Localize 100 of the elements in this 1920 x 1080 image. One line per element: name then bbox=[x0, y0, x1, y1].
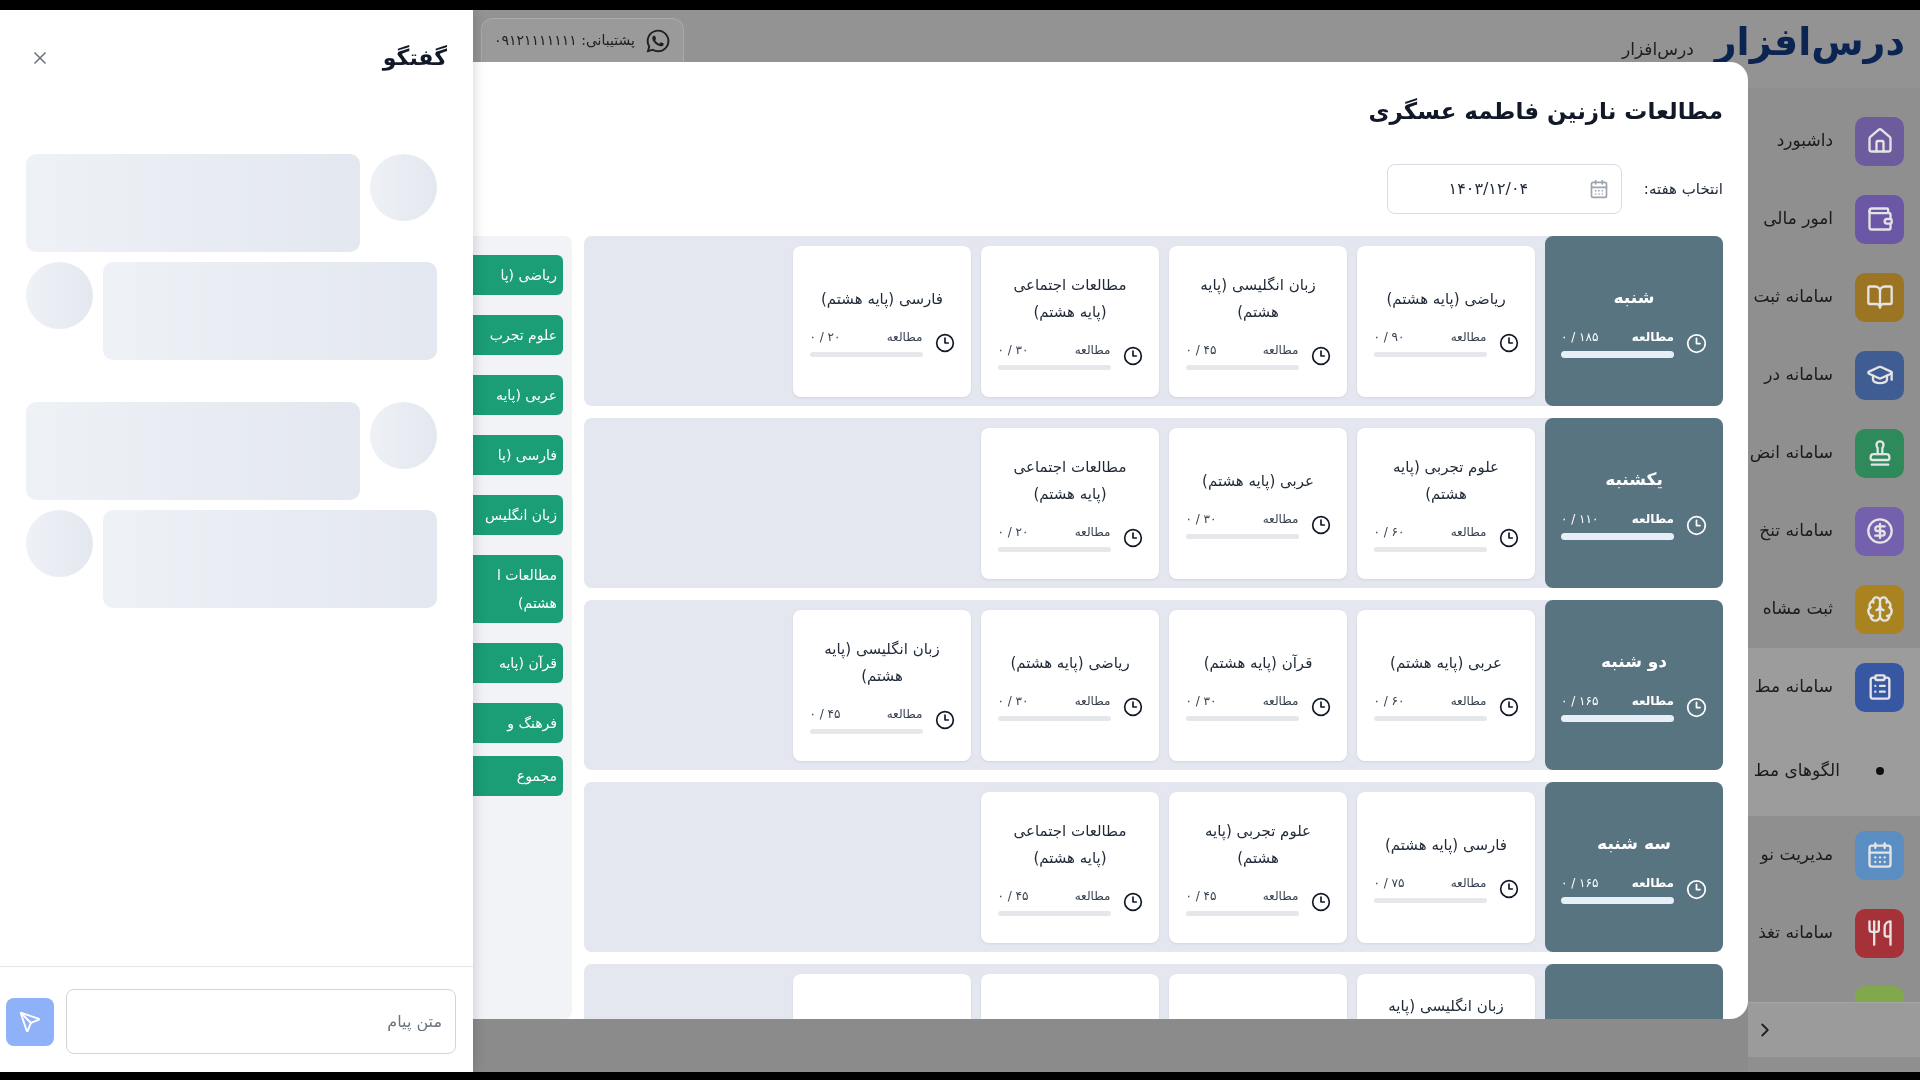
study-value: ۰ / ۳۰ bbox=[997, 692, 1029, 709]
subject-button[interactable]: فارسی (پا bbox=[473, 435, 563, 475]
clock-icon bbox=[1498, 332, 1519, 353]
study-value: ۰ / ۹۰ bbox=[1373, 328, 1405, 345]
clock-icon bbox=[1122, 346, 1143, 366]
clock-icon bbox=[1310, 346, 1331, 366]
clock-icon bbox=[1310, 892, 1331, 912]
study-value: ۰ / ۴۵ bbox=[1185, 888, 1217, 904]
clock-icon bbox=[1686, 515, 1707, 536]
clock-icon bbox=[1498, 696, 1519, 717]
sidebar-item[interactable]: ثبت مشاه bbox=[1748, 570, 1920, 648]
study-value: ۰ / ۴۵ bbox=[997, 888, 1029, 904]
week-date-field[interactable]: ۱۴۰۳/۱۲/۰۴ bbox=[1386, 164, 1622, 214]
sidebar-item[interactable]: سامانه تغذ bbox=[1748, 894, 1920, 972]
study-label: مطالعه bbox=[1631, 511, 1674, 527]
study-value: ۰ / ۲۰ bbox=[997, 524, 1029, 540]
study-label: مطالعه bbox=[1450, 328, 1487, 345]
clock-icon bbox=[1686, 333, 1707, 354]
modal-title: مطالعات نازنین فاطمه عسگری bbox=[1368, 97, 1723, 127]
subject-button[interactable]: مطالعات ا هشتم) bbox=[473, 555, 563, 623]
clock-icon bbox=[934, 332, 955, 353]
subject-button[interactable]: علوم تجرب bbox=[473, 315, 563, 355]
clock-icon bbox=[1686, 879, 1707, 900]
study-label: مطالعه bbox=[1074, 342, 1111, 358]
subject-title: فارسی (پایه هشتم) bbox=[820, 288, 944, 311]
sidebar-item[interactable]: سامانه انض bbox=[1748, 414, 1920, 492]
study-label: مطالعه bbox=[1450, 874, 1487, 891]
calendar-icon bbox=[1588, 179, 1609, 199]
day-name: شنبه bbox=[1613, 286, 1655, 309]
subject-button[interactable]: ریاضی (پا bbox=[473, 255, 563, 295]
study-label: مطالعه bbox=[1262, 510, 1299, 527]
subject-button[interactable]: قرآن (پایه bbox=[473, 643, 563, 683]
subject-title: ریاضی (پایه هشتم) bbox=[1386, 288, 1506, 311]
subject-title: زبان انگلیسی (پایه هشتم) bbox=[823, 639, 941, 687]
study-value: ۰ / ۶۰ bbox=[1373, 524, 1405, 540]
study-label: مطالعه bbox=[1631, 329, 1674, 345]
day-name: دو شنبه bbox=[1600, 650, 1668, 673]
clock-icon bbox=[1122, 696, 1143, 717]
study-value: ۰ / ۳۰ bbox=[997, 342, 1029, 358]
sidebar-item[interactable]: سامانه در bbox=[1748, 336, 1920, 414]
study-value: ۰ / ۶۰ bbox=[1373, 692, 1405, 709]
day-name: سه شنبه bbox=[1597, 832, 1671, 855]
study-value: ۰ / ۳۰ bbox=[1185, 692, 1217, 709]
bullet-icon bbox=[1875, 767, 1884, 775]
subject-button[interactable]: فرهنگ و bbox=[473, 703, 563, 743]
tile-icon[interactable] bbox=[1855, 986, 1904, 1002]
clock-icon bbox=[1122, 528, 1143, 548]
study-label: مطالعه bbox=[1262, 888, 1299, 904]
sidebar-subitem[interactable]: الگوهای مط bbox=[1748, 726, 1920, 816]
sidebar-item[interactable]: سامانه ثبت bbox=[1748, 258, 1920, 336]
study-value: ۰ / ۳۰ bbox=[1185, 510, 1217, 527]
subject-title: عربی (پایه هشتم) bbox=[1390, 652, 1502, 675]
study-value: ۰ / ۴۵ bbox=[1185, 342, 1217, 358]
study-label: مطالعه bbox=[1450, 692, 1487, 709]
clock-icon bbox=[1122, 892, 1143, 912]
sidebar-item[interactable]: سامانه تنخ bbox=[1748, 492, 1920, 570]
study-label: مطالعه bbox=[1074, 524, 1111, 540]
study-value: ۰ / ۷۵ bbox=[1373, 874, 1405, 891]
subject-title: مطالعات اجتماعی (پایه هشتم) bbox=[1012, 457, 1128, 506]
study-label: مطالعه bbox=[1450, 524, 1487, 540]
sidebar-item[interactable]: سامانه مط bbox=[1748, 648, 1920, 726]
clock-icon bbox=[1686, 697, 1707, 718]
subject-title: فارسی (پایه هشتم) bbox=[1384, 834, 1508, 857]
subject-title: علوم تجربی (پایه هشتم) bbox=[1391, 457, 1501, 505]
study-value: ۰ / ۱۶۵ bbox=[1561, 693, 1599, 709]
study-label: مطالعه bbox=[1262, 342, 1299, 358]
message-input[interactable]: متن پیام bbox=[66, 989, 456, 1054]
sidebar-item[interactable]: مدیریت نو bbox=[1748, 816, 1920, 894]
study-value: ۰ / ۴۵ bbox=[809, 706, 841, 722]
clock-icon bbox=[934, 710, 955, 730]
sidebar-item[interactable]: امور مالی bbox=[1748, 180, 1920, 258]
subject-title: زبان انگلیسی (پایه bbox=[1388, 996, 1504, 1018]
support-tab[interactable]: پشتیبانی: ۰۹۱۲۱۱۱۱۱۱۱ bbox=[481, 18, 684, 62]
study-label: مطالعه bbox=[1631, 693, 1674, 709]
study-value: ۰ / ۲۰ bbox=[809, 328, 841, 345]
study-label: مطالعه bbox=[1631, 875, 1674, 891]
study-label: مطالعه bbox=[1262, 692, 1299, 709]
clock-icon bbox=[1310, 514, 1331, 535]
subject-title: عربی (پایه هشتم) bbox=[1202, 470, 1314, 493]
send-icon bbox=[19, 1010, 41, 1033]
study-value: ۰ / ۱۱۰ bbox=[1561, 511, 1599, 527]
chat-title: گفتگو bbox=[382, 44, 447, 73]
subject-title: زبان انگلیسی (پایه هشتم) bbox=[1199, 275, 1317, 323]
sidebar-item[interactable]: داشبورد bbox=[1748, 102, 1920, 180]
subject-title: مطالعات اجتماعی (پایه هشتم) bbox=[1012, 275, 1128, 324]
subject-button[interactable]: عربی (پایه bbox=[473, 375, 563, 415]
study-value: ۰ / ۱۸۵ bbox=[1561, 329, 1599, 345]
week-label: انتخاب هفته: bbox=[1643, 178, 1723, 200]
study-label: مطالعه bbox=[1074, 888, 1111, 904]
clock-icon bbox=[1310, 696, 1331, 717]
brand-name: درس‌افزار bbox=[1622, 38, 1694, 61]
subject-title: ریاضی (پایه هشتم) bbox=[1010, 652, 1130, 675]
subject-button[interactable]: مجموع bbox=[473, 756, 563, 796]
phone-bubble-icon bbox=[644, 27, 671, 54]
subject-button[interactable]: زبان انگلیس bbox=[473, 495, 563, 535]
study-label: مطالعه bbox=[1074, 692, 1111, 709]
study-label: مطالعه bbox=[886, 328, 923, 345]
brand-logo: درس‌افزار bbox=[1714, 22, 1905, 62]
support-phone: پشتیبانی: ۰۹۱۲۱۱۱۱۱۱۱ bbox=[494, 31, 635, 50]
day-name: یکشنبه bbox=[1605, 468, 1663, 491]
